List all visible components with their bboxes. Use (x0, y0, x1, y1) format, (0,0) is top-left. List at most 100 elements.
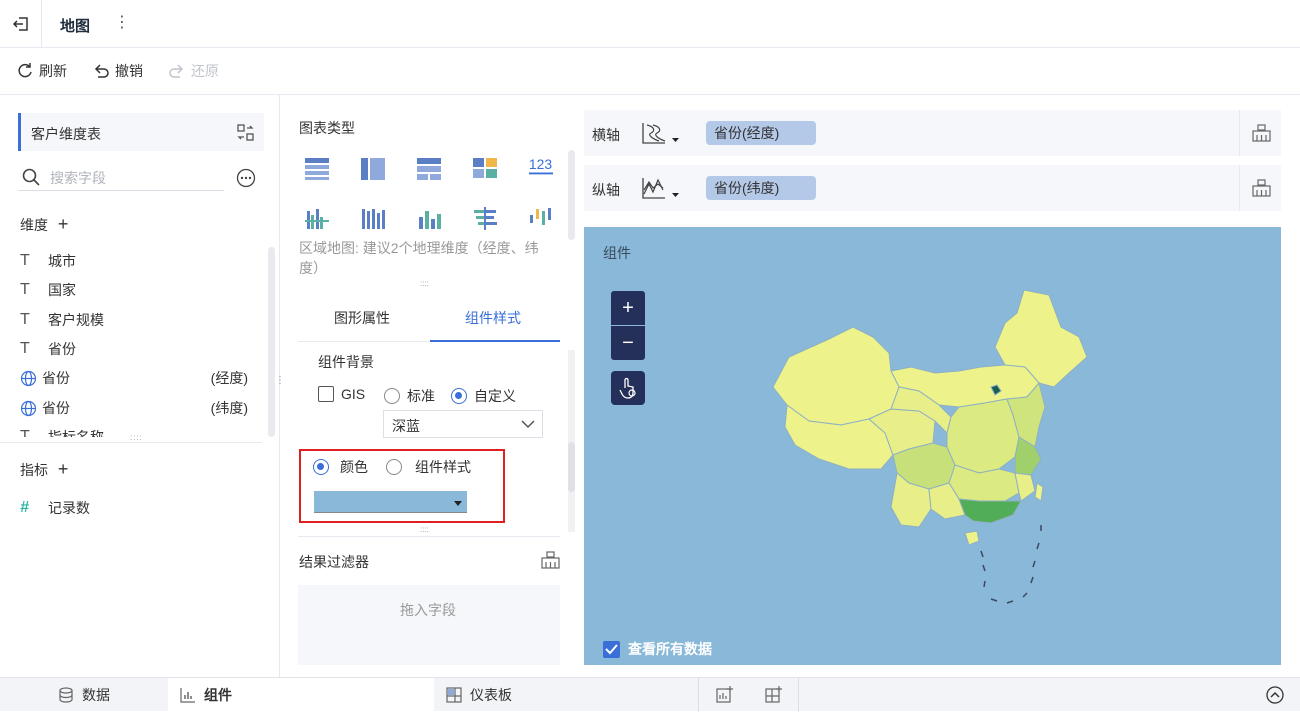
radio-circle-selected[interactable] (451, 388, 467, 404)
add-component-icon[interactable] (716, 686, 734, 704)
redo-button[interactable]: 还原 (168, 61, 219, 81)
more-menu-icon[interactable]: ⋮ (114, 12, 130, 32)
text-icon: T (20, 281, 30, 298)
view-all-checkbox[interactable]: 查看所有数据 (603, 639, 712, 659)
color-picker[interactable] (314, 491, 467, 513)
tab-component[interactable]: 组件 (168, 678, 434, 712)
zoom-in-button[interactable]: + (611, 291, 645, 325)
refresh-icon (18, 63, 32, 78)
cross-table-icon[interactable] (358, 155, 388, 181)
add-measure-icon[interactable]: + (58, 459, 69, 479)
range-bar-icon[interactable] (526, 205, 556, 231)
radio-standard[interactable]: 标准 (384, 386, 435, 406)
dimension-item[interactable]: T 国家 (20, 279, 76, 301)
zoom-out-button[interactable]: − (611, 326, 645, 360)
map-region-fujian (1014, 472, 1036, 502)
china-region-map[interactable] (769, 287, 1109, 617)
more-options-icon[interactable] (236, 168, 256, 188)
radio-circle[interactable] (386, 459, 402, 475)
measure-item[interactable]: # 记录数 (20, 497, 90, 519)
checkbox-checked[interactable] (603, 640, 620, 658)
y-axis-settings[interactable] (1239, 165, 1281, 211)
bar-chart-icon[interactable] (414, 205, 444, 231)
radio-component-style[interactable]: 组件样式 (386, 457, 471, 477)
axis-sort-icon[interactable] (641, 121, 683, 147)
y-axis-label: 纵轴 (592, 182, 620, 198)
settings-icon (1252, 124, 1271, 142)
tab-divider (798, 678, 799, 712)
x-axis-field-pill[interactable]: 省份(经度) (706, 121, 816, 145)
horizontal-bar-icon[interactable] (470, 205, 500, 231)
tab-divider (698, 678, 699, 712)
multi-chart-icon[interactable] (470, 155, 500, 181)
radio-custom[interactable]: 自定义 (451, 386, 516, 406)
dimensions-header: 维度 + (20, 214, 68, 235)
table-chart-icon[interactable] (302, 155, 332, 181)
field-panel: 客户维度表 搜索字段 维度 + T 城市 T 国家 T 客户规模 T 省份 省份 (经度… (0, 95, 285, 677)
style-scrollbar[interactable] (568, 442, 575, 492)
number-chart-icon[interactable]: 123 (526, 153, 556, 179)
tab-graphic-properties[interactable]: 图形属性 (334, 308, 390, 328)
dimension-item[interactable]: T 指标名称 (20, 426, 104, 437)
panel-divider (0, 442, 262, 443)
map-region-taiwan (1034, 482, 1044, 502)
search-placeholder: 搜索字段 (50, 170, 106, 186)
style-scrollbar-track (568, 350, 575, 532)
tab-component-style[interactable]: 组件样式 (465, 308, 521, 328)
grouped-bar-icon[interactable] (302, 205, 332, 231)
tab-data[interactable]: 数据 (58, 678, 110, 712)
chart-hint: 区域地图: 建议2个地理维度（经度、纬度） (299, 240, 539, 276)
refresh-button[interactable]: 刷新 (16, 61, 67, 81)
y-axis-row: 纵轴 省份(纬度) (584, 165, 1281, 211)
text-icon: T (20, 311, 30, 328)
checkbox-box[interactable] (318, 386, 334, 402)
x-axis-settings[interactable] (1239, 110, 1281, 156)
dimension-item[interactable]: 省份 (纬度) (20, 397, 248, 419)
active-tab-indicator (430, 340, 560, 342)
undo-icon (94, 64, 109, 78)
resize-handle[interactable]: :::: (420, 525, 429, 534)
search-field[interactable]: 搜索字段 (18, 163, 224, 191)
resize-handle[interactable]: :::: (130, 433, 143, 442)
filter-settings-icon[interactable] (541, 551, 560, 569)
page-title: 地图 (60, 18, 91, 35)
search-icon (22, 168, 40, 186)
add-dashboard-icon[interactable] (765, 686, 783, 704)
resize-handle[interactable]: :::: (420, 279, 429, 288)
section-title: 组件背景 (318, 354, 374, 370)
dimension-item[interactable]: T 省份 (20, 338, 76, 360)
detail-table-icon[interactable] (414, 155, 444, 181)
measures-label: 指标 (20, 462, 48, 478)
exit-button[interactable] (0, 0, 42, 48)
radio-color[interactable]: 颜色 (313, 457, 368, 477)
refresh-label: 刷新 (39, 63, 67, 79)
select-tool-button[interactable] (611, 371, 645, 405)
tab-dashboard[interactable]: 仪表板 (446, 678, 512, 712)
y-axis-field-pill[interactable]: 省份(纬度) (706, 176, 816, 200)
dimension-scrollbar[interactable] (268, 247, 275, 437)
radio-circle[interactable] (384, 388, 400, 404)
collapse-up-icon[interactable] (1266, 686, 1284, 704)
chart-icon (180, 688, 195, 703)
chart-type-scrollbar[interactable] (568, 150, 575, 240)
config-tabs: 图形属性 组件样式 (298, 292, 560, 342)
exit-icon (12, 17, 28, 31)
undo-button[interactable]: 撤销 (92, 61, 143, 81)
dimension-item[interactable]: T 客户规模 (20, 309, 104, 331)
dimension-item[interactable]: 省份 (经度) (20, 367, 248, 389)
gis-checkbox[interactable]: GIS (318, 386, 365, 402)
switch-table-icon[interactable] (237, 124, 254, 141)
map-nine-dash-line (980, 525, 1042, 604)
map-component[interactable]: 组件 + − 查看所有数据 (584, 227, 1281, 665)
axis-sort-icon[interactable] (641, 176, 683, 202)
radio-circle-selected[interactable] (313, 459, 329, 475)
dimension-item[interactable]: T 城市 (20, 250, 76, 272)
theme-select[interactable]: 深蓝 (383, 410, 543, 438)
table-selector[interactable]: 客户维度表 (18, 113, 264, 151)
filter-title: 结果过滤器 (299, 554, 369, 570)
add-dimension-icon[interactable]: + (58, 214, 69, 234)
filter-drop-zone[interactable]: 拖入字段 (298, 585, 560, 665)
stacked-bar-icon[interactable] (358, 205, 388, 231)
map-region-jiangsu-zhejiang (1014, 436, 1042, 476)
caret-down-icon (454, 501, 462, 506)
